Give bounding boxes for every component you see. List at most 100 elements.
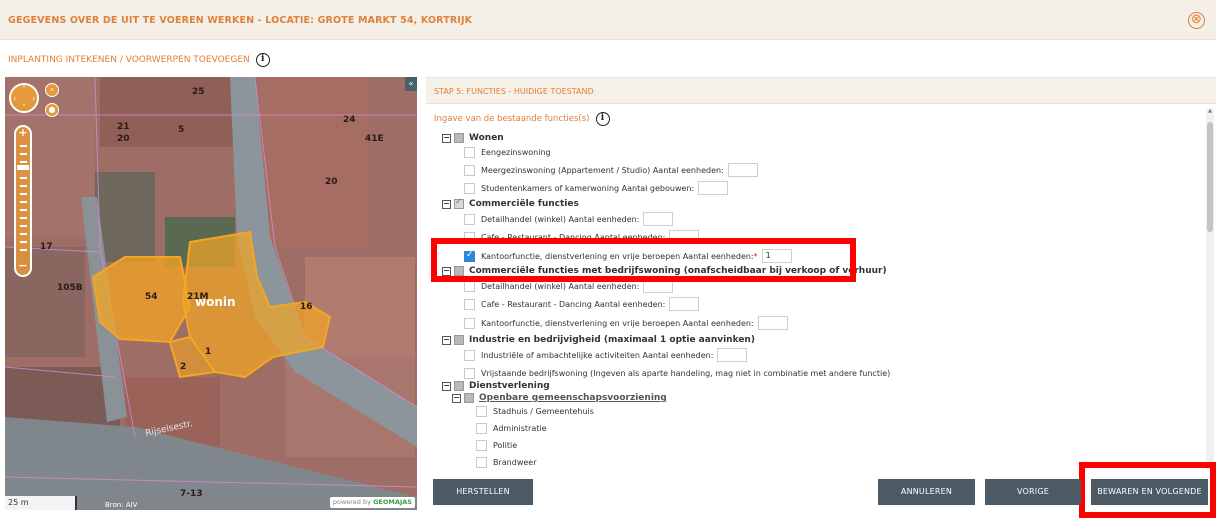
tree-group-wonen[interactable]: − Wonen (442, 131, 504, 145)
building-label: wonin (195, 295, 236, 309)
tree-item[interactable]: Stadhuis / Gemeentehuis (476, 404, 594, 418)
pan-control[interactable]: ˄ ˅ ‹ › (9, 83, 39, 113)
tree-item[interactable]: Kantoorfunctie, dienstverlening en vrije… (464, 249, 792, 263)
map-collapse-button[interactable]: « (405, 77, 417, 91)
count-input[interactable] (643, 212, 674, 226)
tree-item[interactable]: Studentenkamers of kamerwoning Aantal ge… (464, 181, 729, 195)
count-input[interactable] (669, 297, 700, 311)
info-icon[interactable]: i (595, 112, 610, 126)
parcel-label: 16 (300, 302, 313, 312)
functions-panel: STAP 5: FUNCTIES - HUIDIGE TOESTAND Inga… (426, 77, 1216, 470)
zoom-slider[interactable]: + − (14, 125, 32, 277)
tree-item[interactable]: Administratie (476, 421, 547, 435)
item-checkbox[interactable] (464, 280, 475, 292)
group-checkbox[interactable] (454, 197, 464, 209)
tree-item[interactable]: Detailhandel (winkel) Aantal eenheden: (464, 212, 674, 226)
tree-item[interactable]: Cafe - Restaurant - Dancing Aantal eenhe… (464, 297, 700, 311)
powered-by-badge: powered by GEOMAJAS (329, 497, 415, 508)
item-checkbox[interactable] (464, 349, 475, 361)
group-checkbox[interactable] (454, 335, 464, 345)
tree-item[interactable]: Vrijstaande bedrijfswoning (Ingeven als … (464, 366, 890, 380)
tree-item[interactable]: Kantoorfunctie, dienstverlening en vrije… (464, 316, 788, 330)
collapse-toggle-icon[interactable]: − (442, 266, 451, 276)
group-checkbox[interactable] (454, 381, 464, 391)
group-checkbox[interactable] (464, 393, 474, 403)
subtitle-text: INPLANTING INTEKENEN / VOORWERPEN TOEVOE… (8, 55, 250, 65)
zoom-slider-handle[interactable] (17, 165, 29, 170)
count-input[interactable] (643, 279, 674, 293)
reset-button[interactable]: HERSTELLEN (433, 479, 533, 505)
step-subtitle: INPLANTING INTEKENEN / VOORWERPEN TOEVOE… (8, 53, 270, 67)
item-checkbox[interactable] (464, 231, 475, 243)
parcel-label: 25 (192, 87, 205, 97)
save-and-next-button[interactable]: BEWAREN EN VOLGENDE (1091, 479, 1208, 505)
parcel-label: 1 (205, 347, 212, 357)
item-checkbox[interactable] (464, 164, 475, 176)
tree-group-industrie[interactable]: − Industrie en bedrijvigheid (maximaal 1… (442, 333, 755, 347)
map-source-label: Bron: AIV (105, 501, 138, 509)
close-icon[interactable]: ⊗ (1188, 12, 1205, 29)
item-checkbox[interactable] (464, 317, 475, 329)
map-view[interactable]: 25 21 20 5 24 41E 20 17 105B 54 21M woni… (5, 77, 417, 510)
count-input[interactable] (757, 316, 788, 330)
tree-group-commerciele-functies[interactable]: − Commerciële functies (442, 197, 579, 211)
count-input[interactable] (717, 348, 748, 362)
parcel-label: 41E (365, 134, 384, 144)
item-checkbox[interactable] (476, 456, 487, 468)
parcel-label: 7-13 (180, 489, 203, 499)
item-checkbox[interactable] (476, 422, 487, 434)
previous-button[interactable]: VORIGE (985, 479, 1081, 505)
location-pin-icon[interactable]: ● (45, 103, 59, 117)
scrollbar-thumb[interactable] (1207, 122, 1213, 232)
parcel-label: 2 (180, 362, 187, 372)
dialog-title: GEGEVENS OVER DE UIT TE VOEREN WERKEN - … (8, 15, 473, 26)
map-imagery (5, 77, 417, 510)
count-input[interactable] (698, 181, 729, 195)
tree-item[interactable]: Eengezinswoning (464, 145, 551, 159)
tree-item[interactable]: Detailhandel (winkel) Aantal eenheden: (464, 279, 674, 293)
panel-scrollbar[interactable]: ▲ ▼ (1206, 108, 1214, 470)
step-header: STAP 5: FUNCTIES - HUIDIGE TOESTAND (426, 78, 1216, 104)
collapse-toggle-icon[interactable]: − (442, 381, 451, 391)
info-icon[interactable]: i (255, 53, 270, 67)
map-scale-bar: 25 m (5, 496, 77, 510)
parcel-label: 24 (343, 115, 356, 125)
item-checkbox[interactable] (464, 182, 475, 194)
group-checkbox[interactable] (454, 133, 464, 143)
item-checkbox[interactable] (464, 298, 475, 310)
count-input[interactable] (727, 163, 758, 177)
required-marker: * (753, 251, 758, 261)
tree-item[interactable]: Meergezinswoning (Appartement / Studio) … (464, 163, 758, 177)
collapse-toggle-icon[interactable]: − (442, 133, 451, 143)
item-checkbox[interactable] (464, 367, 475, 379)
item-checkbox[interactable] (464, 250, 475, 262)
tree-item[interactable]: Politie (476, 438, 517, 452)
parcel-label: 54 (145, 292, 158, 302)
tree-group-commerciele-functies-met-bedrijfswoning[interactable]: − Commerciële functies met bedrijfswonin… (442, 264, 887, 278)
parcel-label: 17 (40, 242, 53, 252)
collapse-toggle-icon[interactable]: − (452, 393, 461, 403)
group-checkbox[interactable] (454, 266, 464, 276)
tree-item[interactable]: Cafe - Restaurant - Dancing Aantal eenhe… (464, 230, 700, 244)
parcel-label: 20 (325, 177, 338, 187)
collapse-toggle-icon[interactable]: − (442, 335, 451, 345)
item-checkbox[interactable] (464, 213, 475, 225)
tree-subgroup-openbare-gemeenschapsvoorziening[interactable]: − Openbare gemeenschapsvoorziening (452, 391, 667, 405)
cancel-button[interactable]: ANNULEREN (878, 479, 975, 505)
collapse-toggle-icon[interactable]: − (442, 199, 451, 209)
count-input[interactable]: 1 (761, 249, 792, 263)
zoom-out-button[interactable]: − (16, 259, 30, 272)
count-input[interactable] (669, 230, 700, 244)
zoom-search-icon[interactable]: ⌕ (45, 83, 59, 97)
geomajas-logo: GEOMAJAS (373, 498, 412, 506)
dialog-titlebar: GEGEVENS OVER DE UIT TE VOEREN WERKEN - … (0, 0, 1216, 40)
item-checkbox[interactable] (476, 405, 487, 417)
tree-item[interactable]: Industriële of ambachtelijke activiteite… (464, 348, 748, 362)
item-checkbox[interactable] (464, 146, 475, 158)
parcel-label: 5 (178, 125, 185, 135)
tree-item[interactable]: Brandweer (476, 455, 537, 469)
zoom-in-button[interactable]: + (16, 126, 30, 139)
step-title: STAP 5: FUNCTIES - HUIDIGE TOESTAND (434, 87, 594, 96)
parcel-label: 21 (117, 122, 130, 132)
item-checkbox[interactable] (476, 439, 487, 451)
